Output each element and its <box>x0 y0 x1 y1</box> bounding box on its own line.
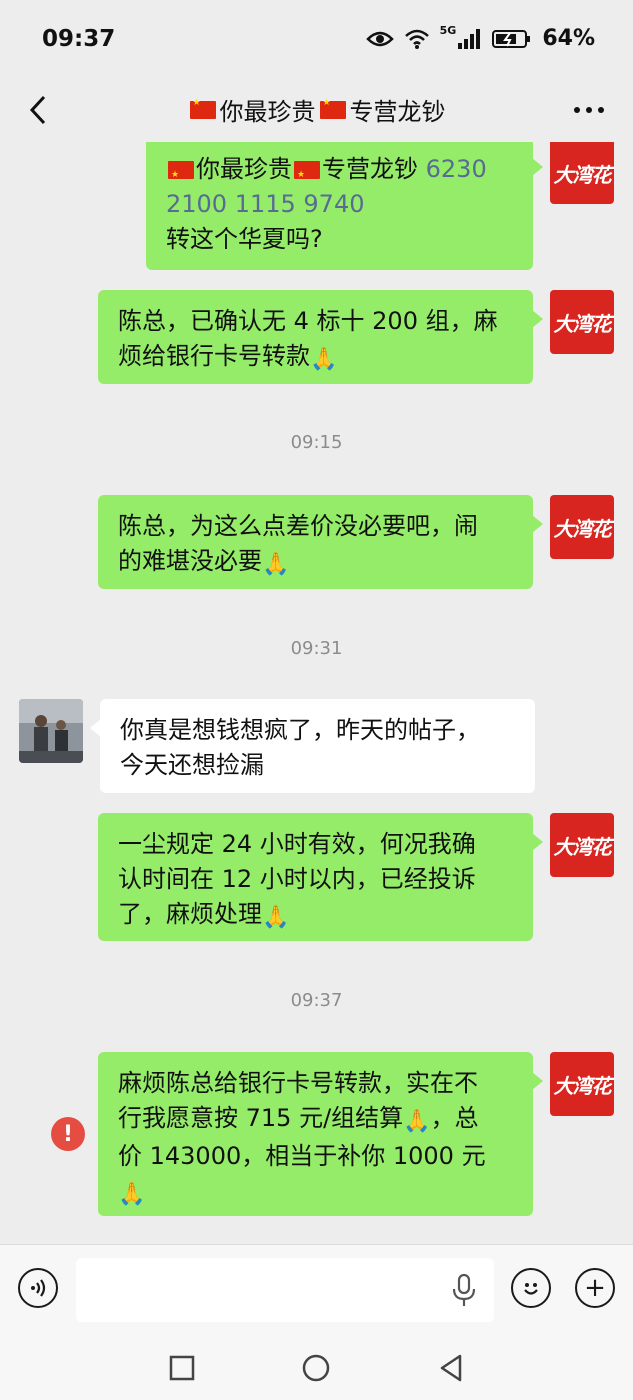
message-text: 今天还想捡漏 <box>120 751 264 779</box>
message-text: 了，麻烦处理 <box>118 900 262 928</box>
message-text: 行我愿意按 715 元/组结算 <box>118 1104 404 1132</box>
message-line: 了，麻烦处理🙏 <box>118 897 513 935</box>
message-text: 认时间在 12 小时以内，已经投诉 <box>118 865 476 893</box>
add-more-button[interactable]: + <box>575 1268 615 1308</box>
message-text: 陈总，已确认无 4 标十 200 组，麻 <box>118 307 498 335</box>
message-text: 陈总，为这么点差价没必要吧，闹 <box>118 512 478 540</box>
avatar-logo-text: 大湾花 <box>553 311 612 336</box>
home-icon[interactable] <box>300 1352 332 1384</box>
contact-avatar[interactable] <box>19 699 83 763</box>
message-text: 烦给银行卡号转款 <box>118 342 310 370</box>
avatar-logo-text: 大湾花 <box>553 1073 612 1098</box>
status-bar: 09:37 5G 64% <box>0 0 633 80</box>
message-bubble-outgoing[interactable]: 一尘规定 24 小时有效，何况我确 认时间在 12 小时以内，已经投诉 了，麻烦… <box>98 813 543 941</box>
my-avatar[interactable]: 大湾花 <box>550 142 614 204</box>
china-flag-icon <box>319 98 346 119</box>
message-list[interactable]: 你最珍贵 专营龙钞 6230 2100 1115 9740 转这个华夏吗? 大湾花… <box>0 142 633 1242</box>
status-time: 09:37 <box>42 26 116 52</box>
send-failed-icon[interactable]: ! <box>51 1117 85 1151</box>
message-line: 烦给银行卡号转款🙏 <box>118 339 513 377</box>
message-text: ，总 <box>430 1104 479 1132</box>
message-bubble-incoming[interactable]: 你真是想钱想疯了，昨天的帖子， 今天还想捡漏 <box>90 699 535 793</box>
my-avatar[interactable]: 大湾花 <box>550 1052 614 1116</box>
message-bubble-outgoing[interactable]: 你最珍贵 专营龙钞 6230 2100 1115 9740 转这个华夏吗? <box>146 142 543 270</box>
card-number-link[interactable]: 6230 <box>426 155 487 183</box>
emoji-button[interactable] <box>511 1268 551 1308</box>
message-text: 转这个华夏吗? <box>166 225 323 253</box>
network-label: 5G <box>439 24 457 37</box>
voice-input-toggle-button[interactable] <box>18 1268 58 1308</box>
folded-hands-emoji: 🙏 <box>118 1182 146 1207</box>
avatar-logo-text: 大湾花 <box>553 162 612 187</box>
my-avatar[interactable]: 大湾花 <box>550 813 614 877</box>
message-text: 专营龙钞 <box>322 155 426 183</box>
recent-apps-icon[interactable] <box>166 1352 198 1384</box>
message-text: 麻烦陈总给银行卡号转款，实在不 <box>118 1069 478 1097</box>
message-text: 的难堪没必要 <box>118 547 262 575</box>
timestamp: 09:37 <box>290 990 343 1011</box>
more-options-button[interactable] <box>569 90 609 130</box>
folded-hands-emoji: 🙏 <box>310 347 338 372</box>
message-text: 你真是想钱想疯了，昨天的帖子， <box>120 716 480 744</box>
voice-wave-icon <box>31 1279 46 1297</box>
battery-percent: 64% <box>542 26 595 51</box>
china-flag-icon <box>168 158 194 193</box>
message-input[interactable] <box>76 1258 494 1322</box>
eye-icon <box>365 31 394 46</box>
message-line: 行我愿意按 715 元/组结算🙏，总 <box>118 1101 513 1139</box>
message-line: 的难堪没必要🙏 <box>118 544 513 582</box>
avatar-logo-text: 大湾花 <box>553 516 612 541</box>
message-bubble-outgoing[interactable]: 陈总，已确认无 4 标十 200 组，麻 烦给银行卡号转款🙏 <box>98 290 543 384</box>
chat-title-part-a: 你最珍贵 <box>219 98 316 126</box>
message-bubble-outgoing[interactable]: 麻烦陈总给银行卡号转款，实在不 行我愿意按 715 元/组结算🙏，总 价 143… <box>98 1052 543 1216</box>
contact-photo <box>19 699 83 763</box>
signal-icon <box>458 28 481 49</box>
message-line: 你最珍贵 专营龙钞 6230 <box>166 152 513 193</box>
back-triangle-icon[interactable] <box>436 1352 468 1384</box>
message-text: 你最珍贵 <box>196 155 292 183</box>
message-input-bar: + <box>0 1244 633 1337</box>
folded-hands-emoji: 🙏 <box>262 552 290 577</box>
folded-hands-emoji: 🙏 <box>403 1109 431 1134</box>
message-text: 价 143000，相当于补你 1000 元 <box>118 1142 486 1170</box>
card-number-link[interactable]: 2100 1115 9740 <box>166 187 513 222</box>
china-flag-icon <box>294 158 320 193</box>
message-line: 🙏 <box>118 1174 513 1212</box>
more-dots-icon <box>574 107 604 113</box>
my-avatar[interactable]: 大湾花 <box>550 495 614 559</box>
back-button[interactable] <box>18 88 58 132</box>
wifi-icon <box>404 29 429 49</box>
plus-icon: + <box>584 1273 606 1303</box>
folded-hands-emoji: 🙏 <box>262 905 290 930</box>
status-icons: 5G 64% <box>365 24 595 51</box>
battery-icon <box>492 29 531 48</box>
chat-header: 你最珍贵 专营龙钞 <box>0 80 633 142</box>
china-flag-icon <box>189 98 216 119</box>
chat-title-part-b: 专营龙钞 <box>349 98 446 126</box>
timestamp: 09:31 <box>290 638 343 659</box>
timestamp: 09:15 <box>290 432 343 453</box>
my-avatar[interactable]: 大湾花 <box>550 290 614 354</box>
message-text: 一尘规定 24 小时有效，何况我确 <box>118 830 476 858</box>
chevron-left-icon <box>29 95 46 125</box>
smiley-icon <box>524 1283 538 1295</box>
microphone-icon[interactable] <box>448 1273 480 1309</box>
chat-title: 你最珍贵 专营龙钞 <box>100 92 533 127</box>
avatar-logo-text: 大湾花 <box>553 834 612 859</box>
message-bubble-outgoing[interactable]: 陈总，为这么点差价没必要吧，闹 的难堪没必要🙏 <box>98 495 543 589</box>
system-navigation-bar <box>0 1336 633 1400</box>
